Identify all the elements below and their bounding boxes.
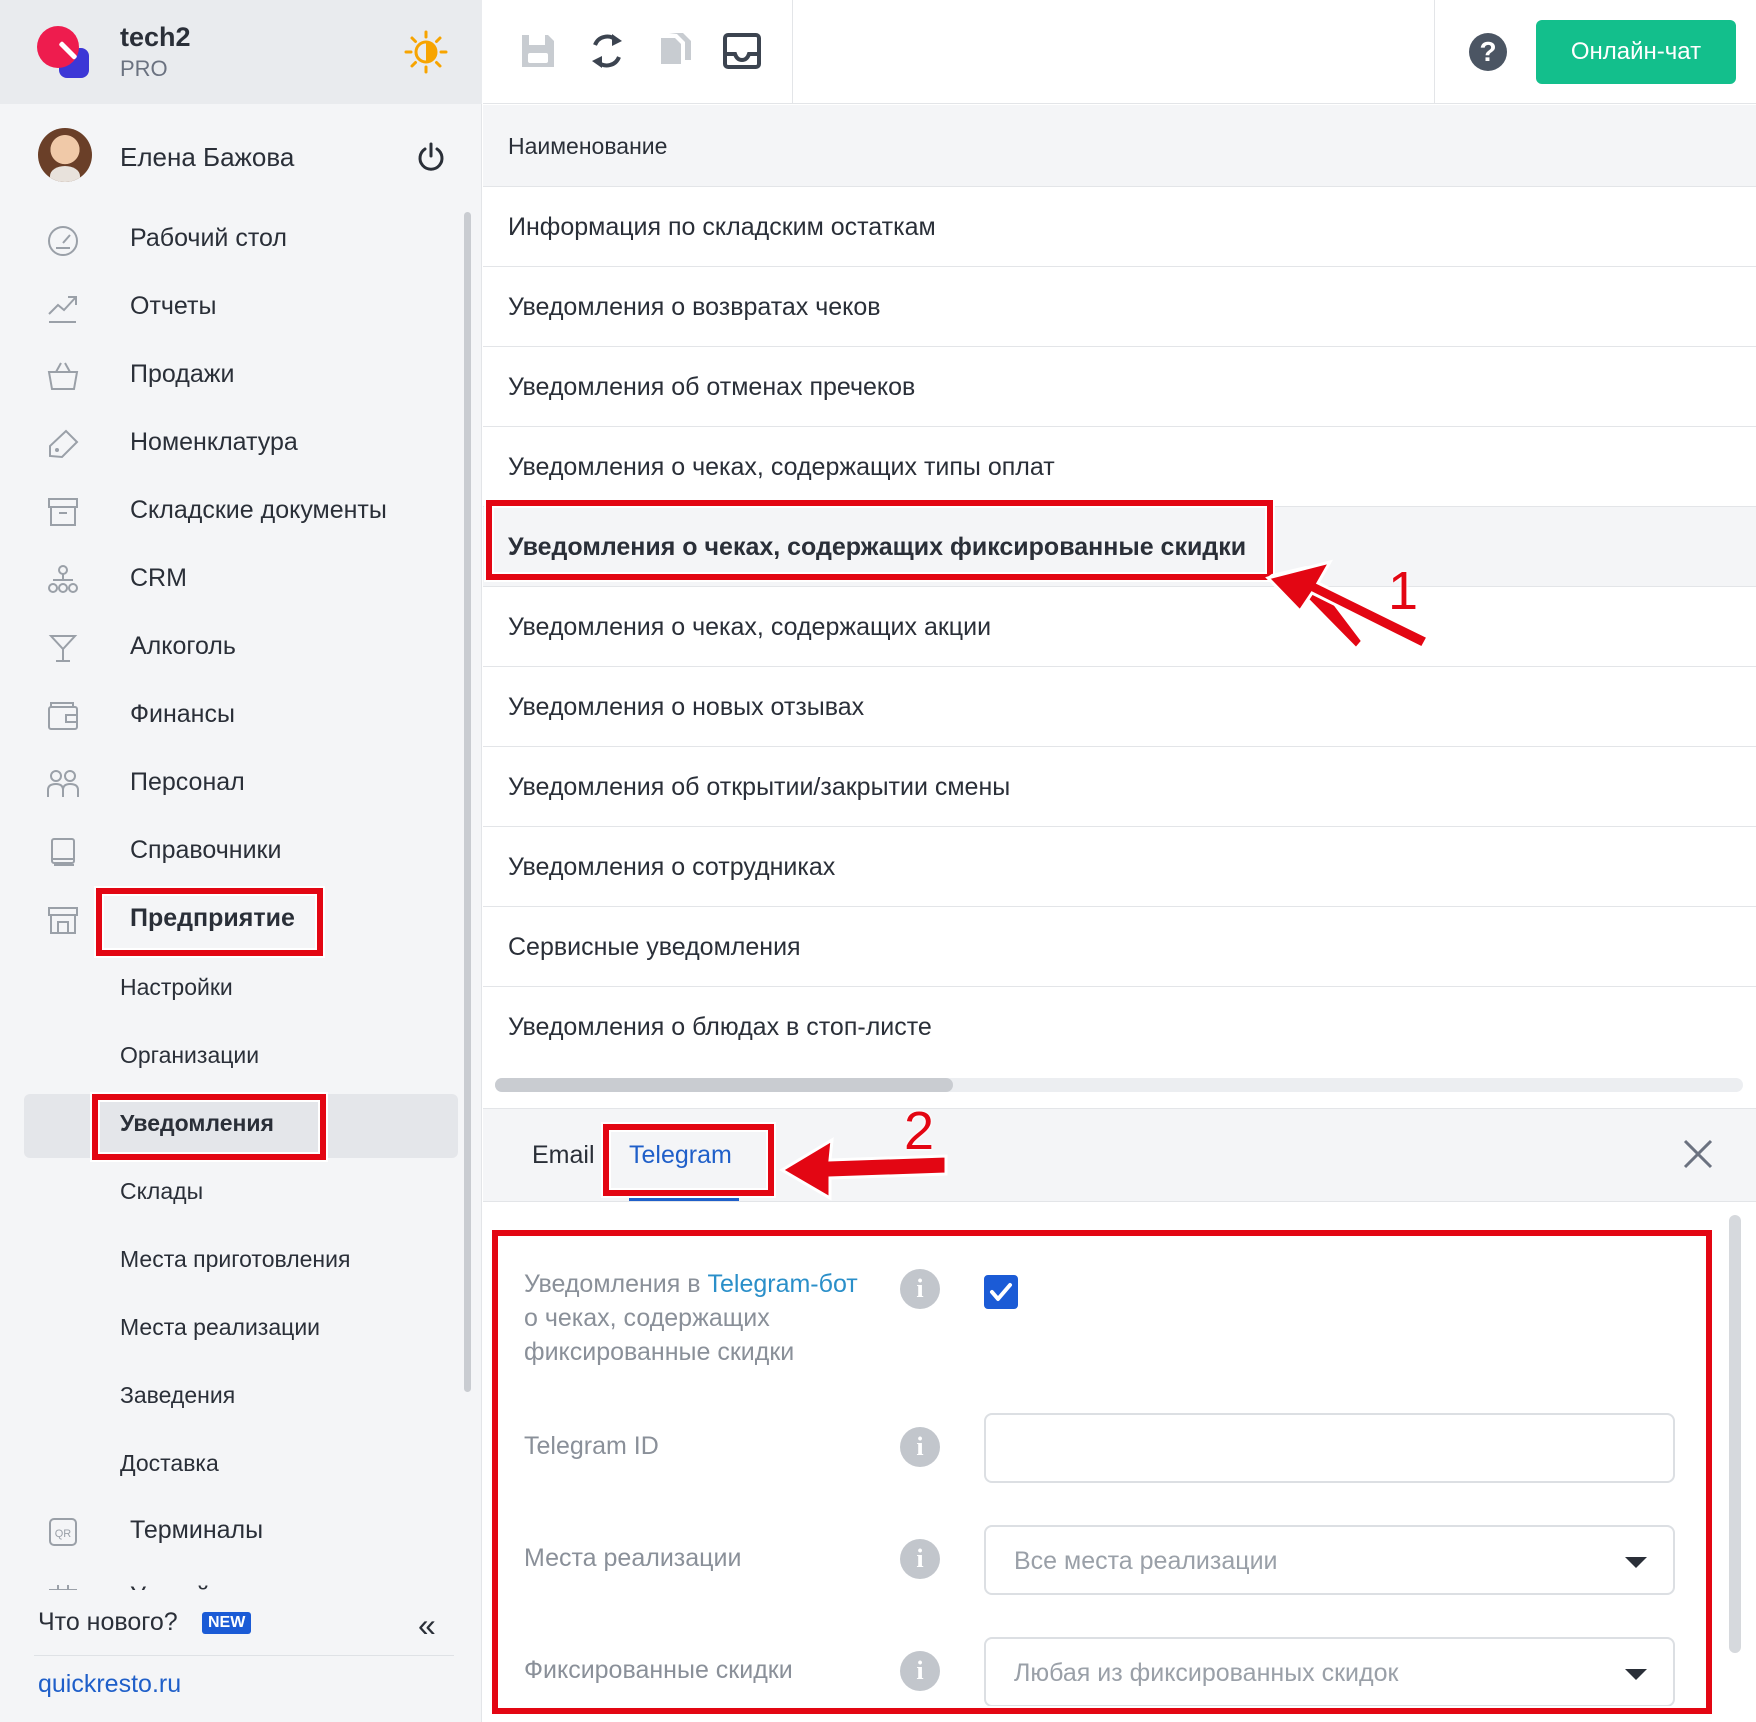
annotation-arrows xyxy=(779,559,1431,1201)
annotation-number-1: 1 xyxy=(1388,561,1419,621)
annotation-number-2: 2 xyxy=(904,1101,935,1161)
